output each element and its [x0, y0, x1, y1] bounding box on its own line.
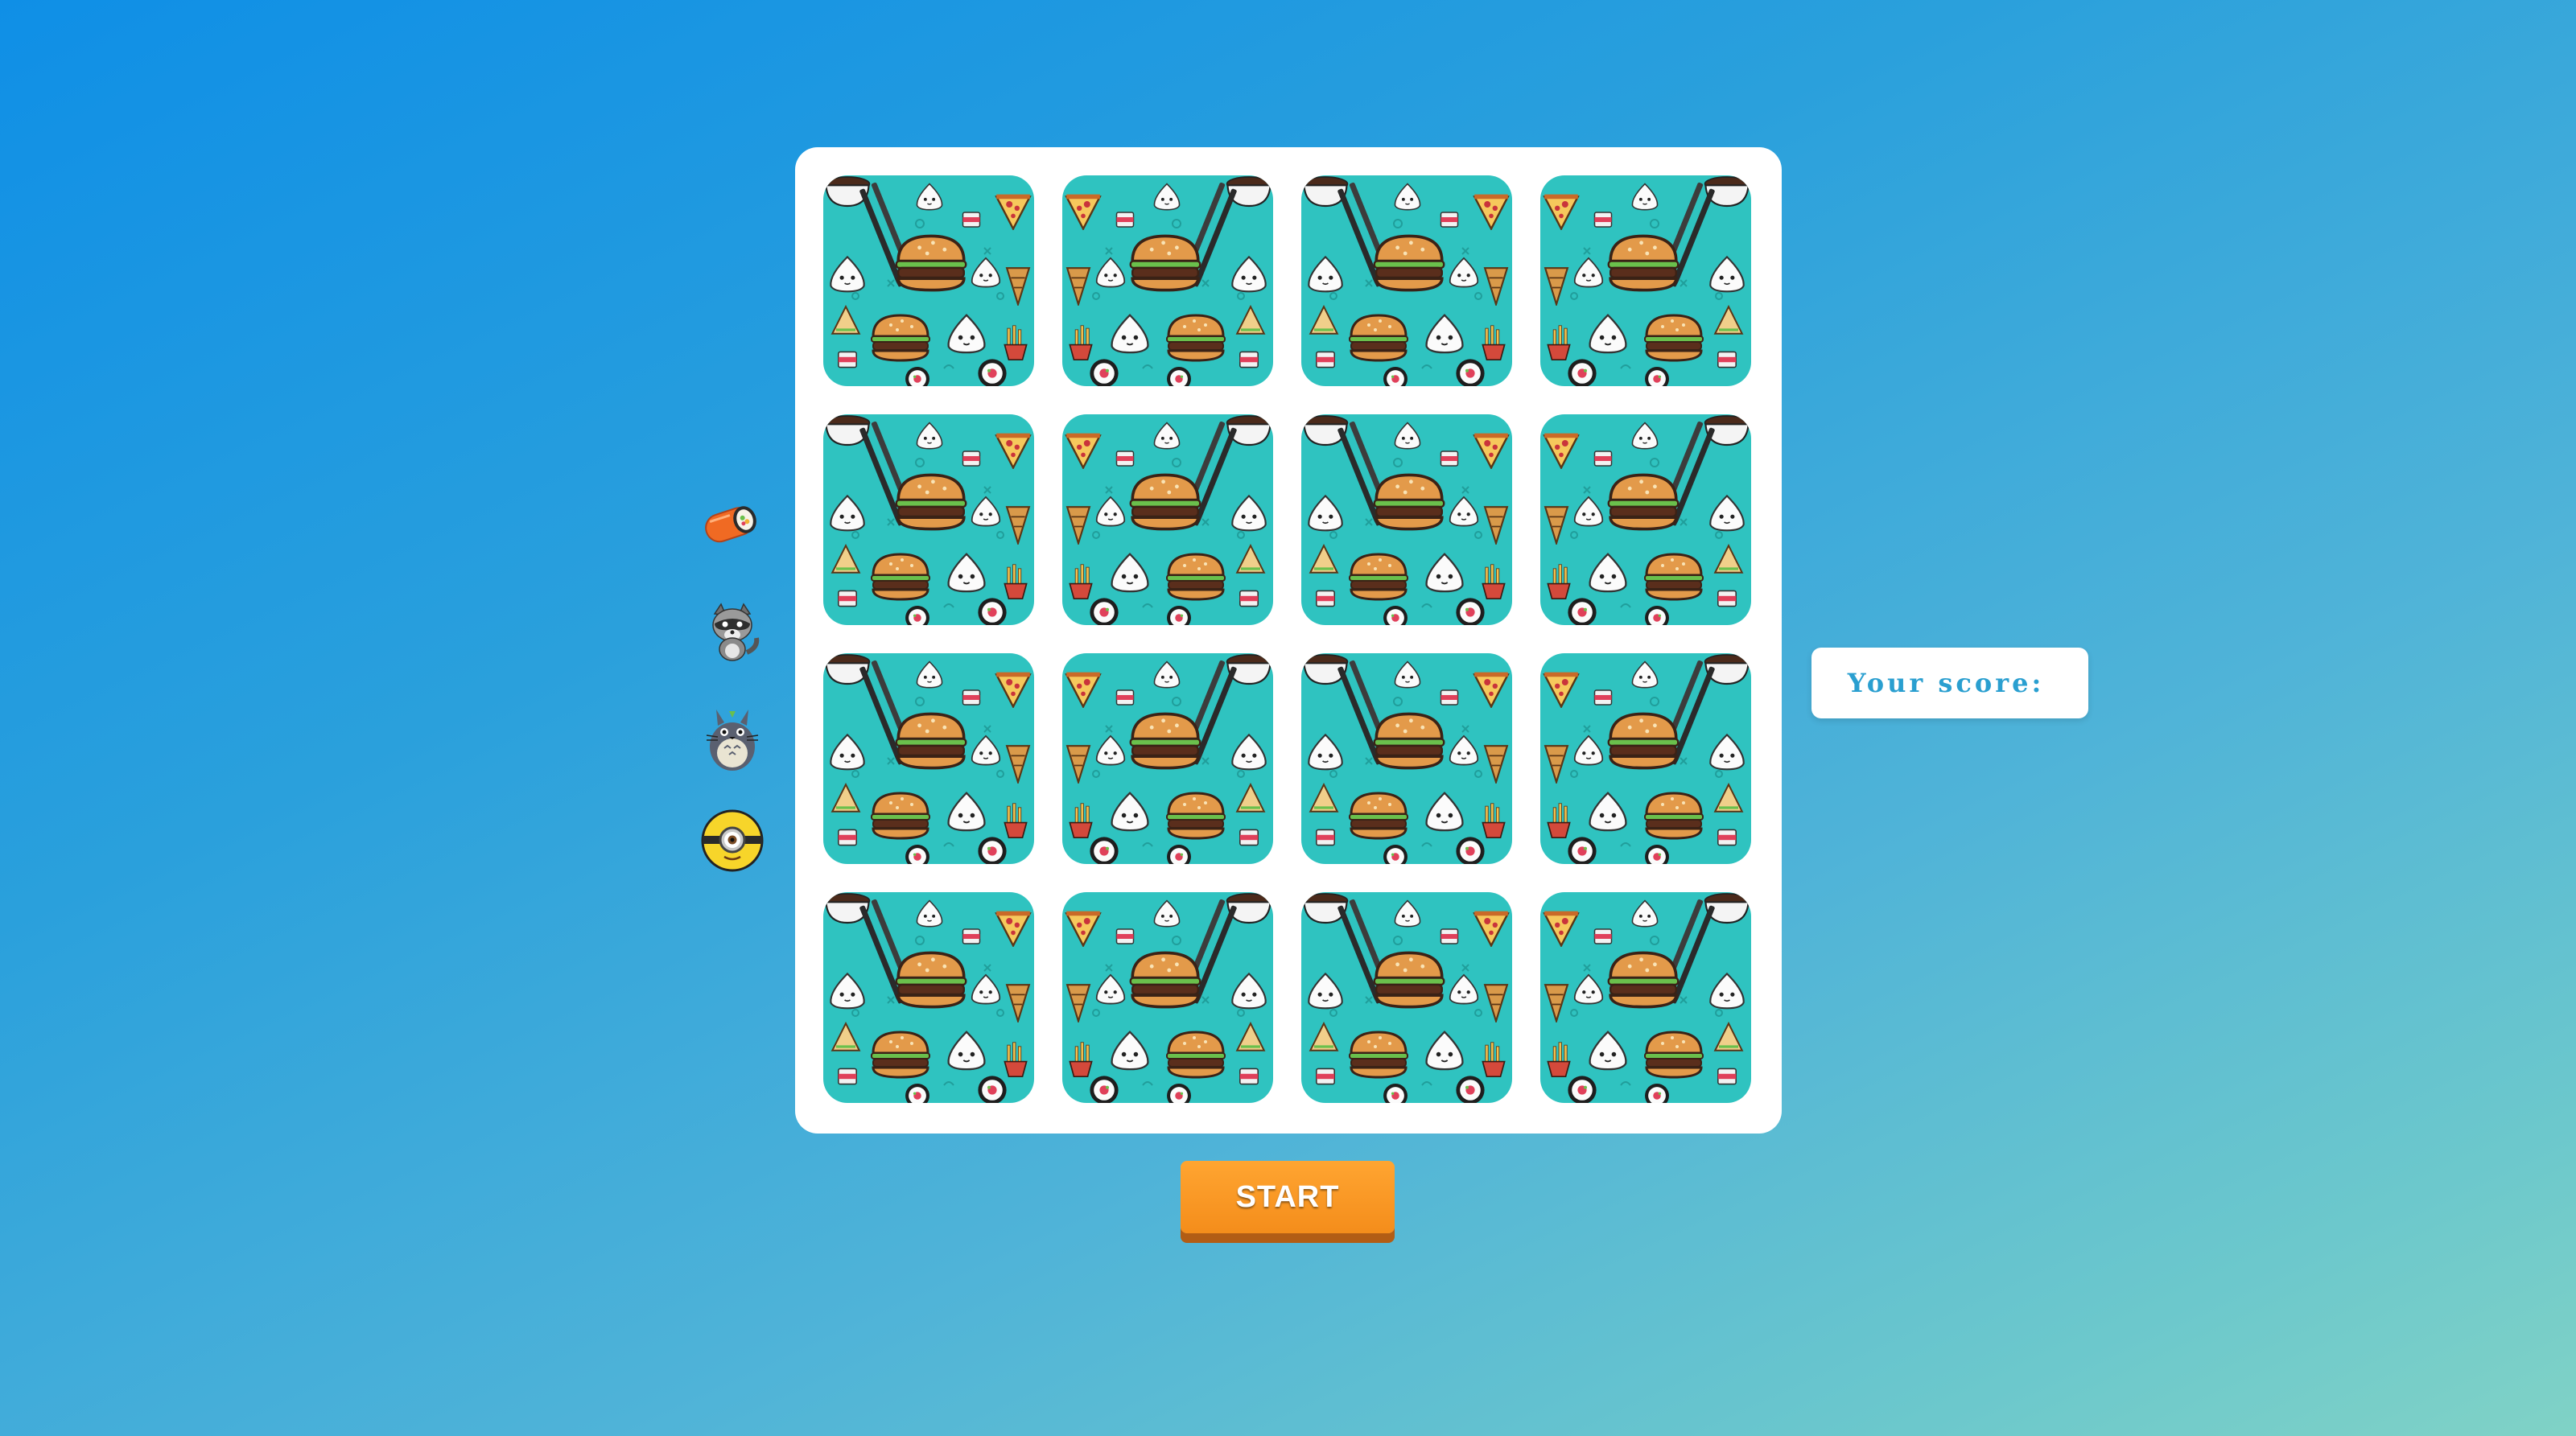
score-label: Your score: [1847, 668, 2045, 698]
memory-card[interactable] [1062, 892, 1273, 1103]
memory-card[interactable] [823, 892, 1034, 1103]
card-back-pattern [1540, 175, 1751, 386]
minion-icon[interactable] [700, 809, 765, 873]
memory-card[interactable] [823, 175, 1034, 386]
score-panel: Your score: [1811, 648, 2088, 718]
memory-card[interactable] [1301, 414, 1512, 625]
memory-card[interactable] [1062, 414, 1273, 625]
memory-card[interactable] [823, 653, 1034, 864]
card-back-pattern [823, 892, 1034, 1103]
card-back-pattern [823, 175, 1034, 386]
card-back-pattern [1062, 175, 1273, 386]
memory-card[interactable] [1540, 892, 1751, 1103]
theme-picker [692, 491, 773, 877]
game-board [795, 147, 1782, 1134]
memory-card[interactable] [1301, 892, 1512, 1103]
card-back-pattern [1301, 653, 1512, 864]
memory-card[interactable] [1540, 414, 1751, 625]
card-back-pattern [1062, 653, 1273, 864]
card-back-pattern [1540, 414, 1751, 625]
card-back-pattern [1540, 653, 1751, 864]
raccoon-icon[interactable] [700, 599, 765, 664]
sushi-roll-icon[interactable] [700, 491, 765, 555]
memory-card[interactable] [1062, 175, 1273, 386]
memory-card[interactable] [823, 414, 1034, 625]
memory-card[interactable] [1540, 653, 1751, 864]
memory-card[interactable] [1301, 175, 1512, 386]
totoro-icon[interactable] [700, 708, 765, 772]
memory-card[interactable] [1301, 653, 1512, 864]
card-back-pattern [1062, 414, 1273, 625]
card-back-pattern [823, 414, 1034, 625]
card-back-pattern [1301, 414, 1512, 625]
card-back-pattern [1062, 892, 1273, 1103]
start-button[interactable]: START [1181, 1161, 1395, 1233]
memory-card[interactable] [1540, 175, 1751, 386]
card-back-pattern [823, 653, 1034, 864]
card-back-pattern [1301, 175, 1512, 386]
memory-card[interactable] [1062, 653, 1273, 864]
card-back-pattern [1301, 892, 1512, 1103]
card-back-pattern [1540, 892, 1751, 1103]
